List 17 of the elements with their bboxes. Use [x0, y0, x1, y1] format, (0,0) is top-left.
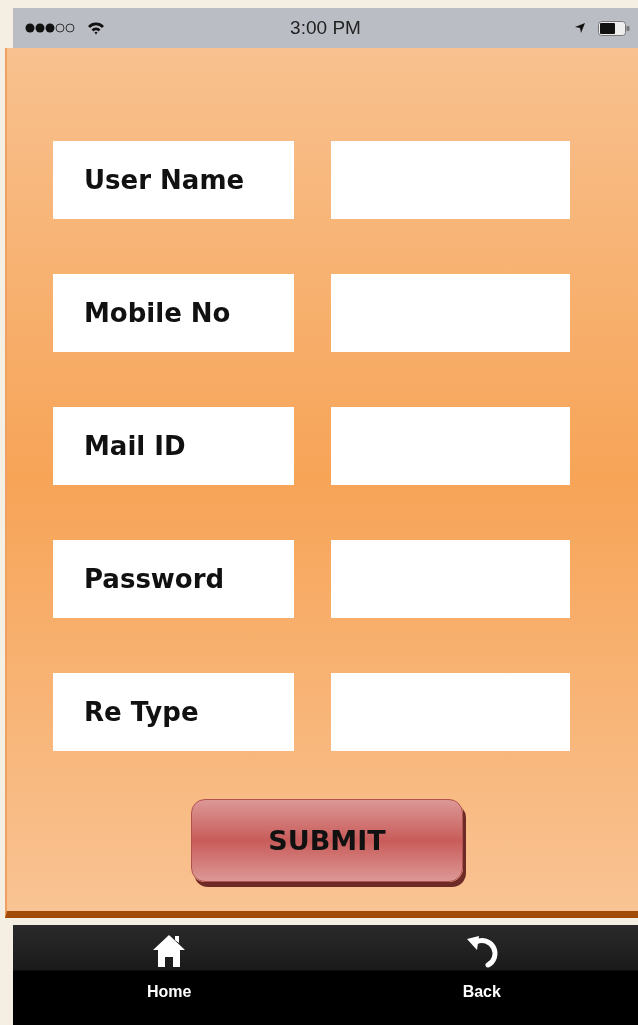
- tab-label[interactable]: Back: [462, 983, 501, 1001]
- input-field[interactable]: [331, 540, 570, 618]
- field-label: Password: [53, 540, 294, 618]
- field-label: Re Type: [53, 673, 294, 751]
- field-label: Mail ID: [53, 407, 294, 485]
- tab-label[interactable]: Home: [147, 983, 192, 1001]
- input-field[interactable]: [331, 673, 570, 751]
- location-arrow-icon: [574, 22, 586, 34]
- field-label: User Name: [53, 141, 294, 219]
- battery-icon: [598, 20, 630, 36]
- field-label: Mobile No: [53, 274, 294, 352]
- input-field[interactable]: [331, 274, 570, 352]
- signal-icon: [25, 22, 75, 34]
- input-field[interactable]: [331, 141, 570, 219]
- status-time: 3:00 PM: [290, 17, 361, 39]
- input-field[interactable]: [331, 407, 570, 485]
- wifi-icon: [87, 21, 105, 35]
